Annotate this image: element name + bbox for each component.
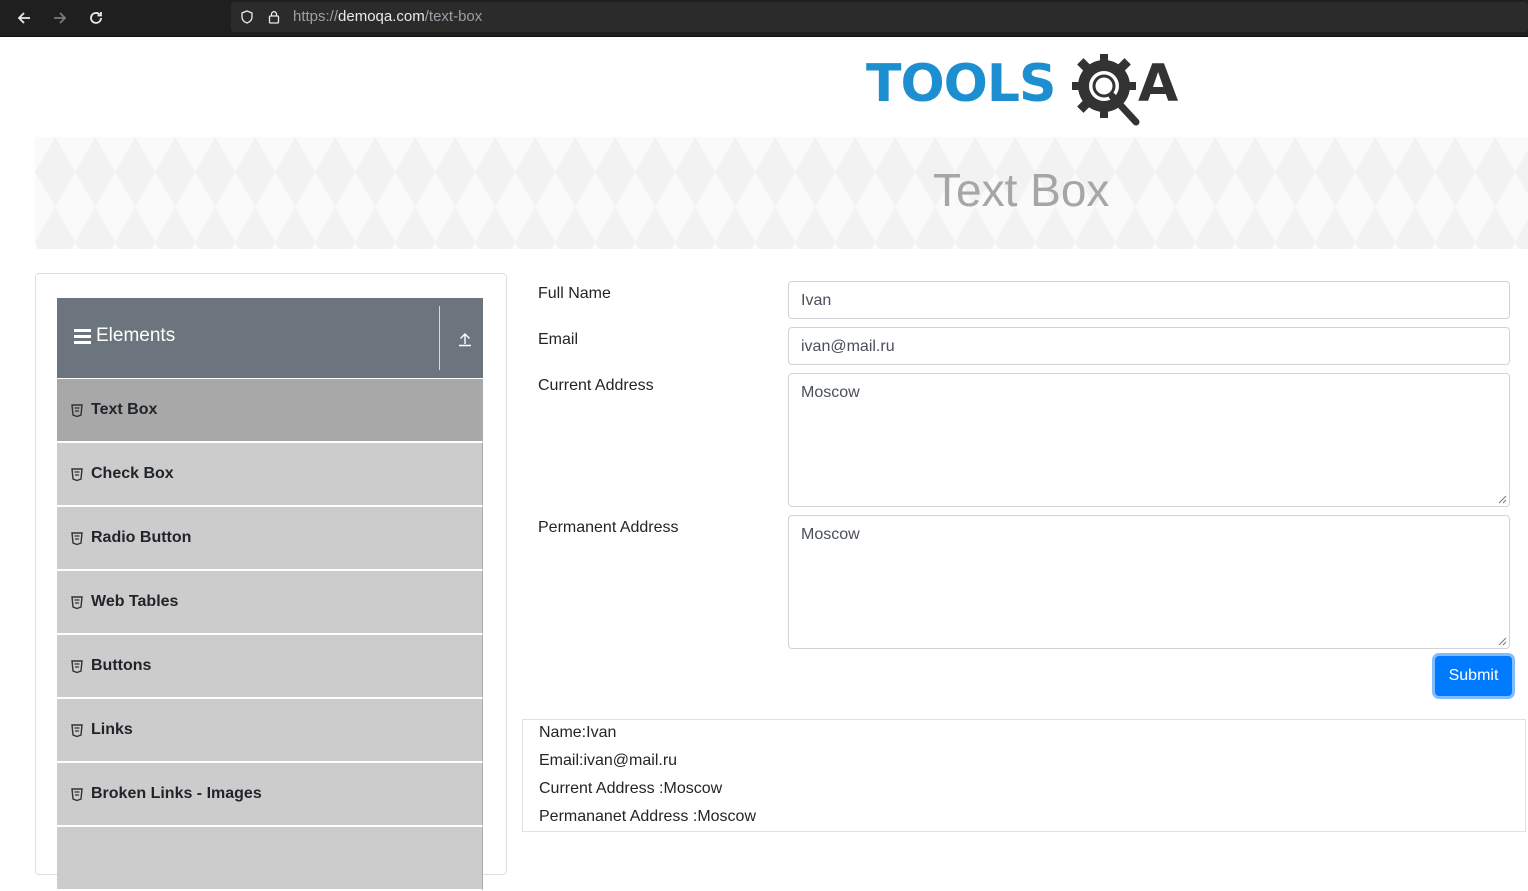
output-name: Name:Ivan [539,724,617,741]
sidebar-item-radio-button[interactable]: Radio Button [57,507,483,571]
resize-grip-icon[interactable] [1498,637,1507,646]
url-prefix: https:// [293,8,339,25]
html5-icon [71,404,83,417]
sidebar-item-text-box[interactable]: Text Box [57,379,483,443]
full-name-label: Full Name [538,285,611,302]
current-address-label: Current Address [538,377,654,394]
submit-button[interactable]: Submit [1435,656,1512,696]
resize-grip-icon[interactable] [1498,495,1507,504]
address-bar[interactable]: https://demoqa.com/text-box [231,2,1528,32]
sidebar-item-label: Web Tables [91,593,179,610]
full-name-value: Ivan [801,292,832,309]
lock-icon [268,11,280,24]
arrow-left-icon [17,12,30,24]
html5-icon [71,660,83,673]
reload-button[interactable] [84,6,108,30]
output-email: Email:ivan@mail.ru [539,752,678,769]
reload-icon [90,12,102,24]
permanent-address-textarea[interactable]: Moscow [788,515,1510,649]
email-input[interactable]: ivan@mail.ru [788,327,1510,365]
permanent-address-label: Permanent Address [538,519,679,536]
sidebar-item-buttons[interactable]: Buttons [57,635,483,699]
shield-icon [241,10,253,24]
html5-icon [71,532,83,545]
html5-icon [71,596,83,609]
arrow-right-icon [54,12,67,24]
group-label: Elements [96,325,176,346]
browser-toolbar: https://demoqa.com/text-box [0,0,1528,37]
sidebar-item-label: Buttons [91,657,152,674]
sidebar-item-web-tables[interactable]: Web Tables [57,571,483,635]
gear-magnifier-icon [1072,54,1140,126]
current-address-value: Moscow [801,384,860,401]
sidebar-item-label: Check Box [91,465,174,482]
permanent-address-value: Moscow [801,526,860,543]
output-current-address: Current Address :Moscow [539,780,723,797]
sidebar-item-check-box[interactable]: Check Box [57,443,483,507]
sidebar-item-links[interactable]: Links [57,699,483,763]
url-host: demoqa.com [338,8,425,25]
output-permanent-address: Permananet Address :Moscow [539,808,756,825]
collapse-arrow-up-icon[interactable] [457,331,473,347]
email-value: ivan@mail.ru [801,338,895,355]
full-name-input[interactable]: Ivan [788,281,1510,319]
current-address-textarea[interactable]: Moscow [788,373,1510,507]
elements-group-header[interactable]: Elements [57,298,483,378]
logo-text-tools: TOOLS [866,54,1056,114]
email-label: Email [538,331,579,348]
url-path: /text-box [424,8,483,25]
sidebar-item-next[interactable] [57,827,483,891]
page-header-banner: Text Box [35,137,1528,249]
page-title: Text Box [933,164,1110,216]
sidebar-item-label: Links [91,721,133,738]
html5-icon [71,724,83,737]
back-button[interactable] [12,6,36,30]
logo-text-a: A [1138,54,1179,114]
header-divider [439,306,440,370]
html5-icon [71,468,83,481]
sidebar-item-label: Broken Links - Images [91,785,262,802]
toolsqa-logo[interactable]: TOOLS A [866,52,1188,128]
forward-button[interactable] [48,6,72,30]
url-text: https://demoqa.com/text-box [293,8,482,25]
sidebar-item-label: Text Box [91,401,158,418]
hamburger-icon [74,329,91,345]
html5-icon [71,788,83,801]
sidebar-item-label: Radio Button [91,529,192,546]
sidebar-item-broken-links-images[interactable]: Broken Links - Images [57,763,483,827]
output-panel: Name:Ivan Email:ivan@mail.ru Current Add… [522,719,1526,832]
